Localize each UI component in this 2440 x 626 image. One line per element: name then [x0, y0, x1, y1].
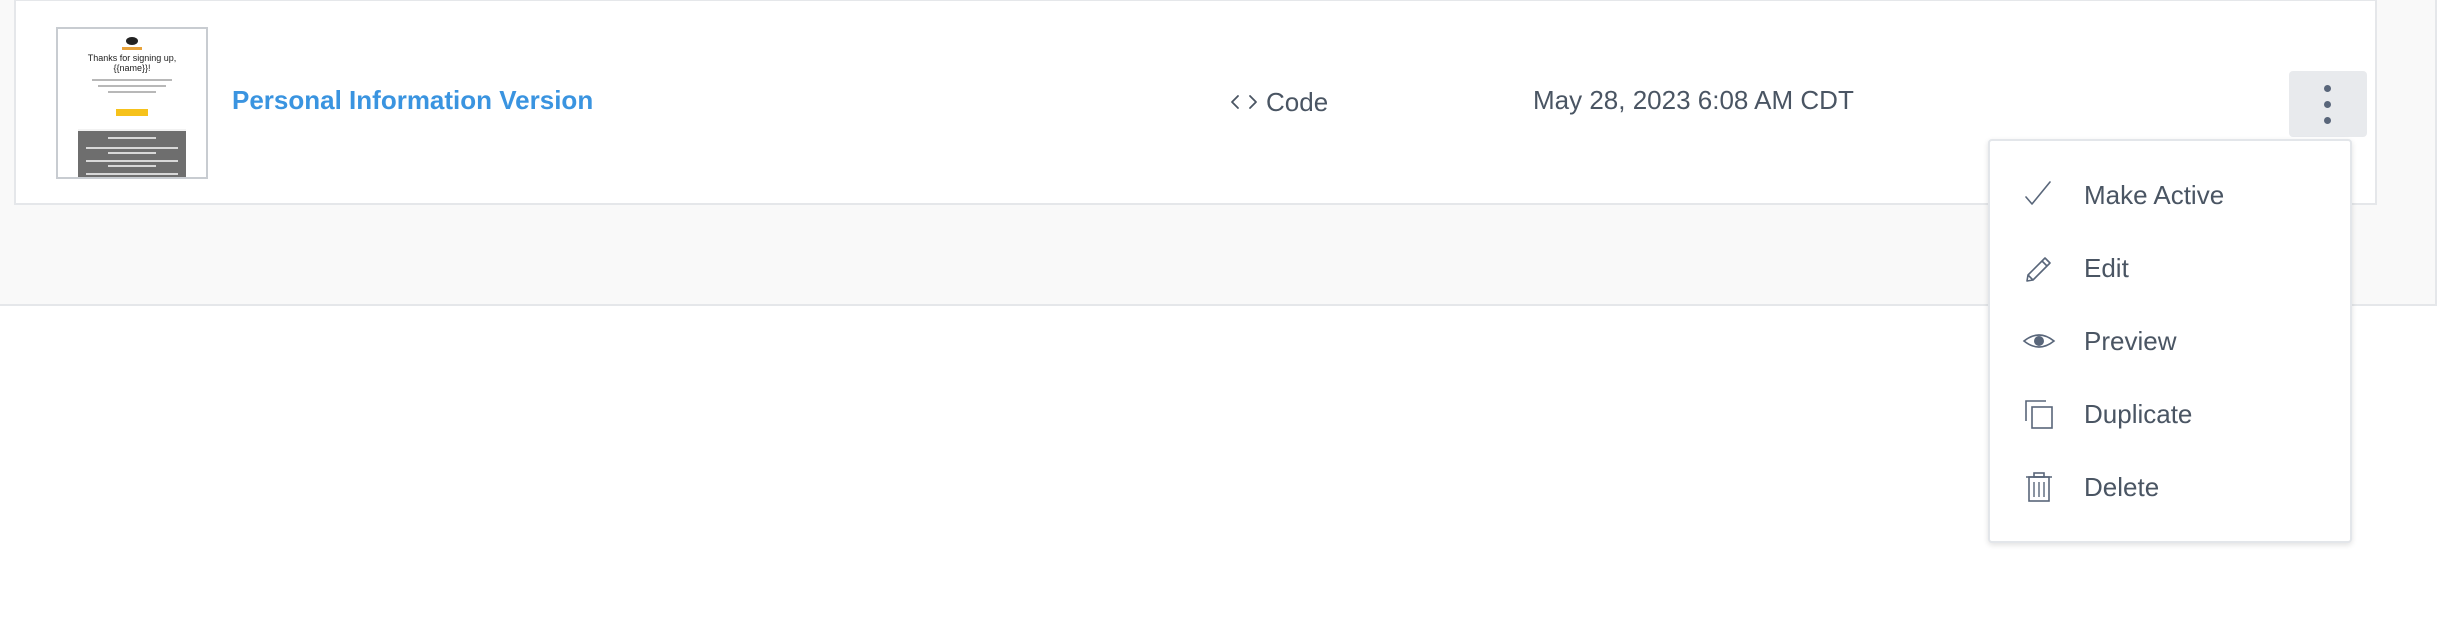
updated-timestamp: May 28, 2023 6:08 AM CDT: [1533, 85, 1854, 115]
check-icon: [2025, 181, 2051, 205]
thumbnail-logo: [126, 37, 138, 45]
menu-item-label: Make Active: [2084, 179, 2225, 210]
actions-dropdown-menu: Make Active Edit Preview Duplicate Delet…: [1988, 139, 2352, 543]
template-thumbnail[interactable]: Thanks for signing up, {{name}}!: [56, 27, 208, 179]
menu-item-make-active[interactable]: Make Active: [1990, 165, 2350, 225]
thumbnail-button: [116, 109, 148, 116]
menu-item-label: Delete: [2084, 471, 2160, 502]
version-title-link[interactable]: Personal Information Version: [232, 85, 593, 116]
code-brackets-icon: [1231, 95, 1257, 109]
menu-item-preview[interactable]: Preview: [1990, 311, 2350, 371]
eye-icon: [2022, 334, 2056, 348]
trash-icon: [2026, 472, 2052, 502]
thumbnail-title: Thanks for signing up, {{name}}!: [87, 53, 177, 73]
menu-item-duplicate[interactable]: Duplicate: [1990, 384, 2350, 444]
editor-type: Code: [1226, 85, 1328, 119]
actions-menu-button[interactable]: [2289, 71, 2367, 137]
editor-type-label: Code: [1266, 86, 1329, 117]
kebab-icon: [2324, 85, 2331, 92]
menu-item-edit[interactable]: Edit: [1990, 238, 2350, 298]
menu-item-label: Duplicate: [2084, 398, 2193, 429]
menu-item-delete[interactable]: Delete: [1990, 457, 2350, 517]
thumbnail-preview: Thanks for signing up, {{name}}!: [78, 33, 186, 177]
menu-item-label: Preview: [2084, 325, 2177, 356]
duplicate-icon: [2025, 400, 2053, 429]
pencil-icon: [2026, 257, 2051, 282]
menu-item-label: Edit: [2084, 252, 2129, 283]
